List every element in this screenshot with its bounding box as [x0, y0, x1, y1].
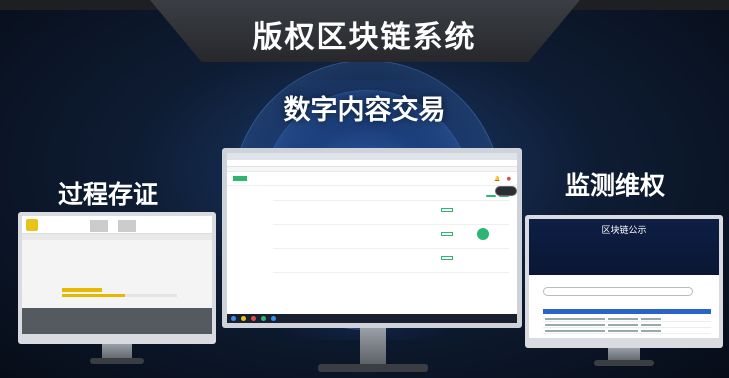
user-area: 🔔 ●: [494, 176, 511, 182]
app-icon[interactable]: [251, 316, 256, 321]
page-title: 版权区块链系统: [252, 20, 477, 55]
app-header: [22, 216, 212, 234]
list-item: [273, 249, 509, 273]
toolbar-icon: [90, 220, 108, 232]
app-icon[interactable]: [261, 316, 266, 321]
monitor-base: [90, 358, 144, 364]
folder-icon[interactable]: [241, 316, 246, 321]
list-item-action-button[interactable]: [441, 232, 453, 236]
monitor-stand: [360, 328, 386, 364]
app-logo: [233, 176, 247, 181]
upload-progress-bar: [62, 294, 177, 297]
app-logo-icon: [26, 218, 38, 231]
toolbar-icon: [118, 220, 136, 232]
blockchain-dashboard: 区块链公示: [529, 219, 719, 275]
section-title-evidence: 过程存证: [58, 180, 159, 209]
sidebar: [227, 187, 269, 300]
floating-action-button[interactable]: [474, 225, 492, 243]
monitor-bezel-bottom: [22, 308, 212, 334]
list-item: [273, 201, 509, 225]
monitor-monitoring: 区块链公示: [525, 215, 723, 348]
table-header: [543, 309, 711, 314]
section-title-trading: 数字内容交易: [283, 95, 446, 126]
table-row: [543, 317, 711, 322]
dashboard-title: 区块链公示: [601, 226, 647, 236]
monitor-screen: [22, 216, 212, 334]
start-icon[interactable]: [231, 316, 236, 321]
tab-action-button[interactable]: [486, 195, 496, 197]
list-item-action-button[interactable]: [441, 208, 453, 212]
upload-status: [62, 288, 102, 292]
table-row: [543, 323, 711, 328]
search-input[interactable]: [543, 287, 693, 296]
bell-icon[interactable]: 🔔: [494, 176, 500, 182]
nav-bar: [22, 234, 212, 240]
app-body: [227, 187, 517, 300]
table-row: [543, 329, 711, 334]
address-bar[interactable]: [227, 160, 517, 167]
os-taskbar: [227, 314, 517, 323]
section-title-monitoring: 监测维权: [565, 171, 666, 200]
app-header: 🔔 ●: [227, 172, 517, 186]
browser-tab-bar[interactable]: [227, 153, 517, 160]
avatar[interactable]: ●: [507, 176, 511, 182]
list-item-action-button[interactable]: [441, 256, 453, 260]
monitor-screen: 区块链公示: [529, 219, 719, 338]
monitor-process-evidence: [18, 212, 216, 344]
monitor-base: [318, 364, 428, 372]
browser-icon[interactable]: [271, 316, 276, 321]
main-panel: [273, 187, 509, 300]
toggle-pill[interactable]: [495, 186, 517, 196]
monitor-base: [594, 360, 654, 366]
